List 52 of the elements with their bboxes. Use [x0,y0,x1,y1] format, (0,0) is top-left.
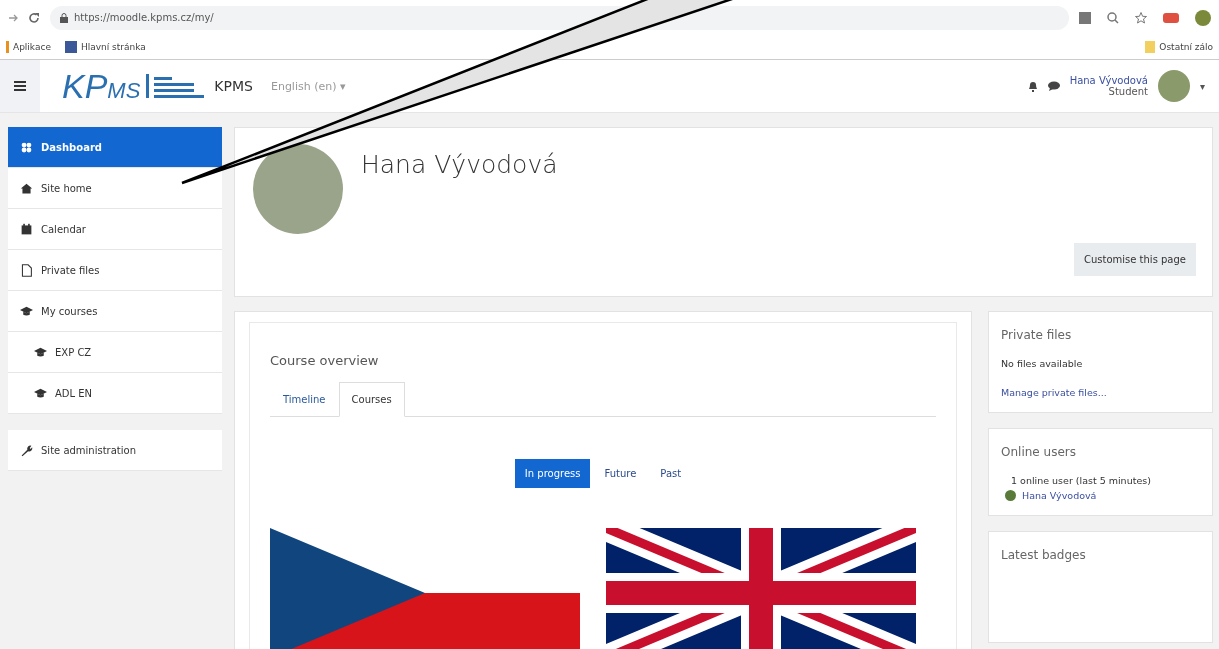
tab[interactable]: Courses [338,382,405,417]
filter-button[interactable]: Past [650,459,692,488]
calendar-icon [20,222,33,236]
avatar-icon [1005,490,1016,501]
site-name[interactable]: KPMS [214,78,253,94]
lock-icon [60,12,68,23]
graduation-cap-icon [34,386,47,400]
manage-files-link[interactable]: Manage private files... [1001,387,1200,398]
block-title: Private files [1001,328,1073,342]
czech-flag-image[interactable] [270,528,580,649]
block-text: No files available [1001,358,1084,369]
site-logo[interactable]: KPMS [62,66,141,106]
forward-icon[interactable] [8,12,18,23]
dashboard-icon [20,140,33,154]
user-full-name: Hana Vývodová [361,150,559,181]
block-title: Latest badges [1001,548,1087,562]
address-bar[interactable]: https://moodle.kpms.cz/my/ [50,5,1069,30]
filter-button[interactable]: In progress [514,459,591,488]
user-role: Student [1108,86,1148,97]
facebook-icon [64,41,77,53]
bookmark[interactable]: Hlavní stránka [80,42,146,52]
star-icon[interactable] [1135,11,1147,24]
customise-button[interactable]: Customise this page [1073,243,1196,276]
filter-button[interactable]: Future [594,459,647,488]
sidebar-item[interactable]: Dashboard [8,127,222,168]
block-title: Online users [1001,445,1077,459]
reload-icon[interactable] [28,11,40,24]
block-text: 1 online user (last 5 minutes) [1011,475,1152,486]
zoom-icon[interactable] [1107,11,1119,24]
wrench-icon [20,443,33,457]
extension-icon[interactable] [1163,12,1179,23]
bookmark[interactable]: Aplikace [13,42,51,52]
menu-button[interactable] [0,60,40,112]
bell-icon[interactable] [1027,80,1038,92]
menu-icon [14,81,26,91]
chat-icon[interactable] [1047,81,1060,91]
home-icon [20,181,33,195]
tab[interactable]: Timeline [270,382,339,417]
user-name[interactable]: Hana Vývodová [1069,75,1148,86]
profile-icon[interactable] [1195,9,1211,26]
file-icon [20,263,33,277]
url-text: https://moodle.kpms.cz/my/ [74,12,214,23]
bookmark[interactable]: Ostatní zálo [1159,42,1213,52]
user-link[interactable]: Hana Vývodová [1022,490,1097,501]
graduation-cap-icon [20,304,33,318]
logo-lines-drawing [146,74,207,98]
user-menu-caret[interactable]: ▾ [1199,80,1205,92]
folder-icon [1145,41,1156,53]
user-avatar[interactable] [1157,70,1190,102]
graduation-cap-icon [34,345,47,359]
block-title: Course overview [270,353,380,368]
union-jack-image[interactable] [606,528,916,649]
